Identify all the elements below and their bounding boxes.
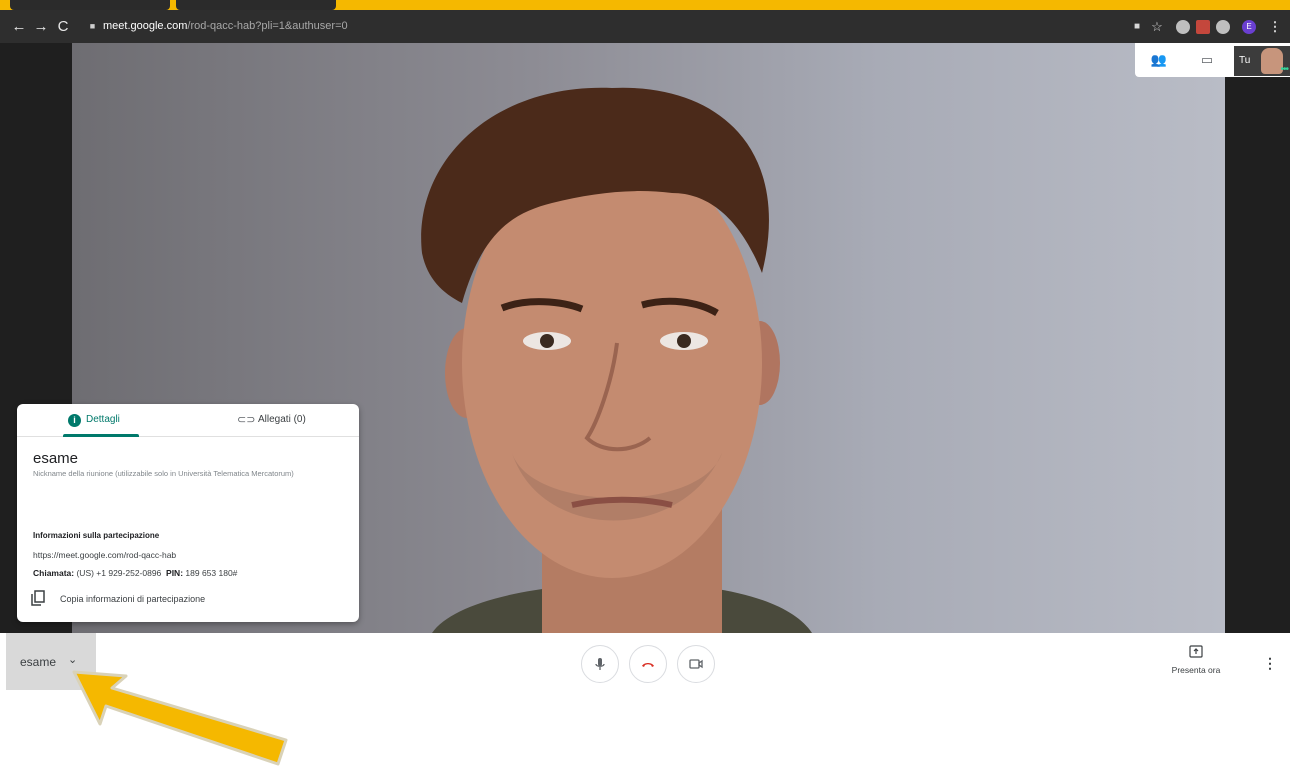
annotation-arrow: [72, 670, 288, 766]
profile-avatar[interactable]: E: [1242, 20, 1256, 34]
people-icon[interactable]: 👥: [1149, 50, 1169, 70]
forward-icon[interactable]: →: [30, 10, 52, 43]
self-view-label: Tu: [1239, 55, 1251, 66]
details-tabs: i Dettagli ⊂⊃ Allegati (0): [17, 404, 359, 437]
call-label: Chiamata:: [33, 568, 75, 578]
back-icon[interactable]: ←: [8, 10, 30, 43]
active-tab-indicator: [63, 434, 139, 437]
bookmark-star-icon[interactable]: ☆: [1150, 10, 1164, 43]
browser-menu-icon[interactable]: ⋮: [1268, 10, 1282, 43]
dial-in-info: Chiamata: (US) +1 929-252-0896 PIN: 189 …: [33, 568, 237, 578]
join-url: https://meet.google.com/rod-qacc-hab: [33, 550, 177, 560]
self-view-controls: 👥 ▭ Tu •••: [1135, 43, 1290, 77]
hang-up-button[interactable]: [629, 645, 667, 683]
browser-tab[interactable]: [10, 0, 170, 10]
copy-icon: [31, 590, 45, 606]
tab-details[interactable]: i Dettagli: [17, 404, 188, 437]
camera-icon: [689, 659, 703, 669]
meeting-title: esame: [33, 450, 79, 467]
browser-tab-strip: [0, 0, 1290, 10]
browser-toolbar: ← → C ■ meet.google.com/rod-qacc-hab?pli=…: [0, 10, 1290, 43]
meeting-name-label: esame: [20, 655, 57, 669]
reload-icon[interactable]: C: [52, 10, 74, 43]
meeting-details-panel: i Dettagli ⊂⊃ Allegati (0) esame Nicknam…: [17, 404, 359, 622]
meeting-nickname-note: Nickname della riunione (utilizzabile so…: [33, 469, 294, 478]
self-view-tile[interactable]: Tu •••: [1234, 46, 1290, 76]
present-now-button[interactable]: Presenta ora: [1168, 645, 1224, 681]
info-icon: i: [68, 414, 81, 427]
tab-details-label: Dettagli: [86, 414, 120, 425]
more-options-icon[interactable]: ⋮: [1262, 655, 1278, 675]
lock-icon: ■: [89, 21, 96, 31]
hang-up-icon: [642, 663, 654, 667]
pin-label: PIN:: [166, 568, 184, 578]
join-info-heading: Informazioni sulla partecipazione: [33, 531, 160, 540]
self-view-more-icon[interactable]: •••: [1280, 64, 1288, 75]
camera-indicator-icon[interactable]: ■: [1130, 10, 1144, 43]
call-number: (US) +1 929-252-0896: [76, 568, 162, 578]
chevron-down-icon: ⌄: [68, 654, 78, 666]
microphone-icon: [595, 658, 605, 670]
copy-join-info-label: Copia informazioni di partecipazione: [60, 594, 206, 604]
extension-pdf-icon[interactable]: [1196, 20, 1210, 34]
browser-tab[interactable]: [176, 0, 336, 10]
address-bar[interactable]: ■ meet.google.com/rod-qacc-hab?pli=1&auth…: [84, 15, 1114, 37]
tab-attachments[interactable]: ⊂⊃ Allegati (0): [188, 404, 359, 437]
paperclip-icon: ⊂⊃: [237, 414, 256, 426]
extension-icon[interactable]: [1176, 20, 1190, 34]
present-screen-icon: [1189, 645, 1203, 658]
url-path: /rod-qacc-hab?pli=1&authuser=0: [187, 20, 348, 32]
microphone-button[interactable]: [581, 645, 619, 683]
pin-value: 189 653 180#: [185, 568, 238, 578]
chat-icon[interactable]: ▭: [1197, 50, 1217, 70]
camera-button[interactable]: [677, 645, 715, 683]
present-now-label: Presenta ora: [1171, 665, 1221, 675]
url-host: meet.google.com: [103, 20, 188, 32]
tab-attachments-label: Allegati (0): [258, 414, 306, 425]
extension-icon[interactable]: [1216, 20, 1230, 34]
